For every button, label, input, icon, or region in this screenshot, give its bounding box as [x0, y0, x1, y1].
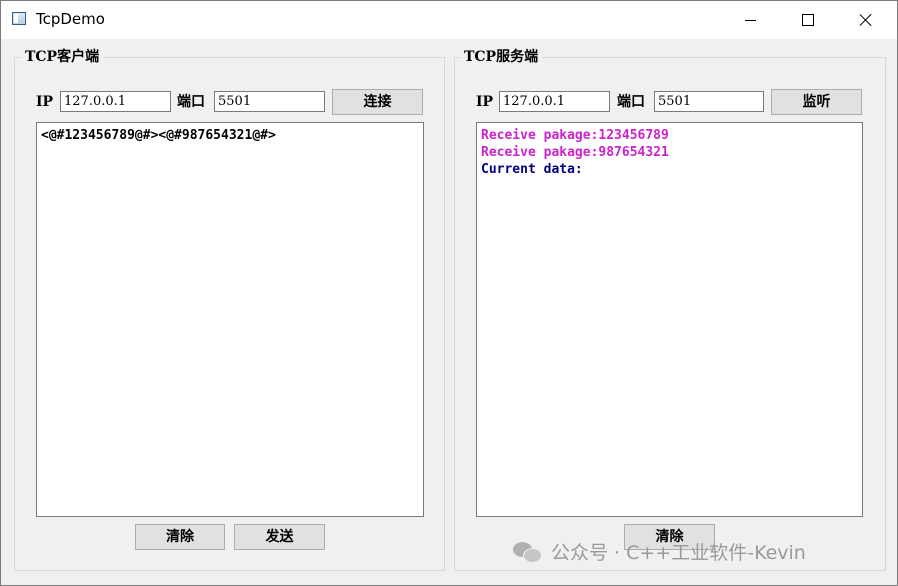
- maximize-button[interactable]: [781, 1, 835, 39]
- title-bar[interactable]: TcpDemo: [1, 1, 897, 39]
- send-button[interactable]: 发送: [234, 524, 325, 550]
- client-log-textbox[interactable]: <@#123456789@#><@#987654321@#>: [36, 122, 424, 517]
- wechat-icon: [513, 541, 543, 563]
- app-window: TcpDemo TCP客户端 IP 端口 连接 <@#123456789@#><…: [0, 0, 898, 586]
- connect-button[interactable]: 连接: [332, 89, 423, 115]
- server-port-input[interactable]: [654, 91, 764, 112]
- minimize-icon: [744, 19, 756, 21]
- server-log-textbox[interactable]: Receive pakage:123456789 Receive pakage:…: [476, 122, 863, 517]
- server-log-line: Receive pakage:987654321: [481, 145, 669, 160]
- close-icon: [859, 13, 873, 27]
- watermark-text: 公众号 · C++工业软件-Kevin: [551, 542, 806, 564]
- server-ip-input[interactable]: [499, 91, 610, 112]
- close-button[interactable]: [839, 1, 893, 39]
- client-log-line: <@#123456789@#><@#987654321@#>: [41, 128, 276, 143]
- client-group-title: TCP客户端: [21, 48, 104, 66]
- server-port-label: 端口: [617, 94, 645, 110]
- minimize-button[interactable]: [723, 1, 777, 39]
- maximize-icon: [802, 14, 814, 26]
- server-log-line: Receive pakage:123456789: [481, 128, 669, 143]
- server-log-line: Current data:: [481, 162, 583, 177]
- client-clear-button[interactable]: 清除: [135, 524, 225, 550]
- client-ip-label: IP: [36, 94, 54, 110]
- client-ip-input[interactable]: [60, 91, 171, 112]
- server-group-title: TCP服务端: [460, 48, 543, 66]
- client-port-input[interactable]: [214, 91, 325, 112]
- watermark: 公众号 · C++工业软件-Kevin: [513, 538, 806, 565]
- client-port-label: 端口: [177, 94, 205, 110]
- server-ip-label: IP: [476, 94, 494, 110]
- listen-button[interactable]: 监听: [771, 89, 862, 115]
- app-window-icon: [12, 12, 26, 25]
- window-title: TcpDemo: [36, 10, 105, 28]
